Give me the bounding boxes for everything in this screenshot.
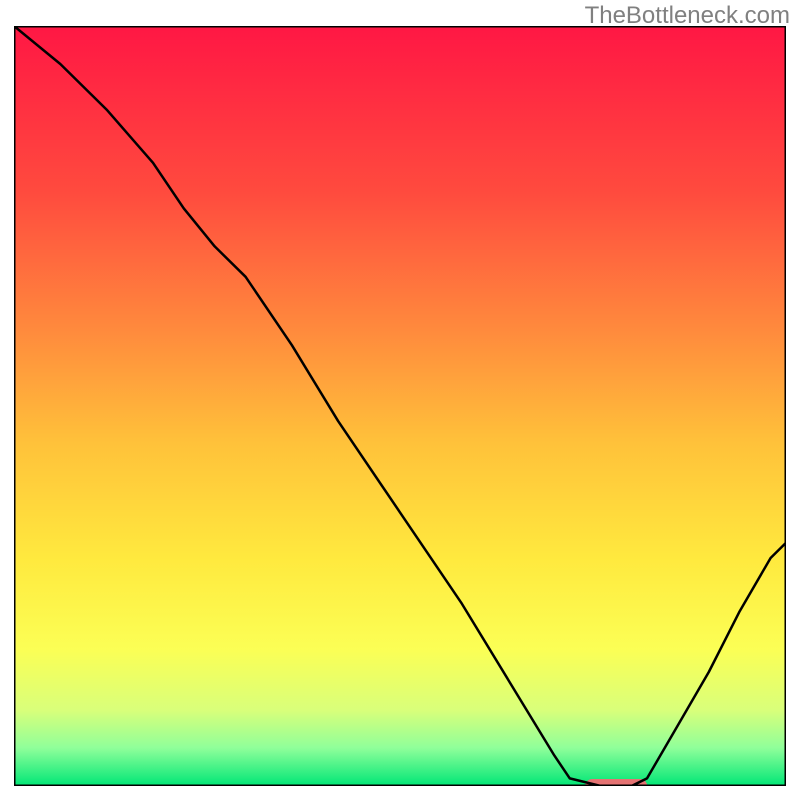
- chart-background: [14, 26, 786, 786]
- chart-root: TheBottleneck.com: [0, 0, 800, 800]
- chart-svg: [14, 26, 786, 786]
- chart-plot-area: [14, 26, 786, 786]
- watermark-text: TheBottleneck.com: [585, 2, 790, 30]
